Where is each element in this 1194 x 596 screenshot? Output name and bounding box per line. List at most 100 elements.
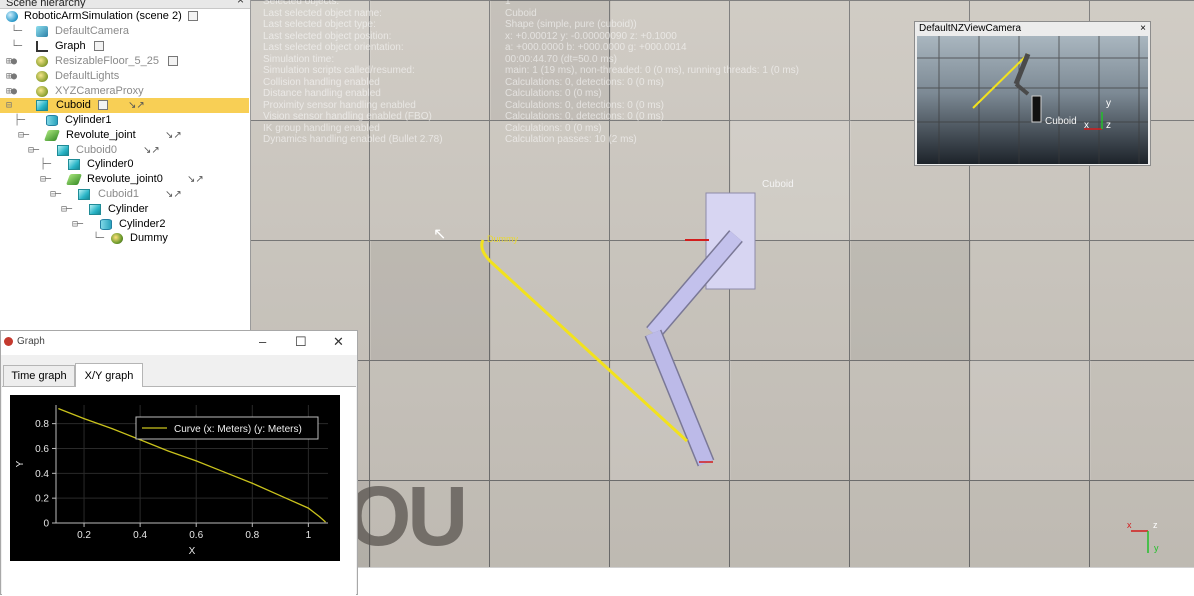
graph-window-titlebar[interactable]: Graph – ☐ ✕	[1, 331, 357, 355]
script-icon[interactable]	[94, 41, 104, 51]
x-tick-label: 0.4	[133, 530, 147, 541]
tree-item-label: Cuboid1	[98, 188, 139, 200]
tree-item-graph[interactable]: └─ Graph	[0, 39, 249, 54]
status-bar	[358, 567, 1194, 596]
tree-item-label: Cuboid0	[76, 144, 117, 156]
dynamic-icon: ↘↗	[165, 189, 182, 200]
legend-label: Curve (x: Meters) (y: Meters)	[174, 424, 302, 435]
cuboid-icon	[36, 100, 48, 111]
axis-z-label: z	[1153, 520, 1158, 530]
tree-item-label: Revolute_joint	[66, 129, 136, 141]
tree-item-revolute-joint[interactable]: ⊟─ Revolute_joint ↘↗	[0, 128, 249, 143]
cube-icon	[68, 159, 80, 170]
x-tick-label: 0.2	[77, 530, 91, 541]
tree-item-cuboid0[interactable]: ⊟─ Cuboid0 ↘↗	[0, 143, 249, 158]
close-button[interactable]: ✕	[333, 334, 344, 350]
cylinder-icon	[46, 115, 58, 126]
floor-icon	[36, 56, 48, 67]
tree-item-label: Cuboid	[56, 99, 91, 111]
tab-time-graph[interactable]: Time graph	[3, 365, 75, 386]
tree-item-cylinder2[interactable]: ⊟─ Cylinder2	[0, 217, 249, 232]
tree-item-scene[interactable]: RoboticArmSimulation (scene 2)	[0, 9, 249, 24]
axis-x-label: x	[1127, 520, 1132, 530]
camera-window-titlebar[interactable]: DefaultNZViewCamera ×	[915, 22, 1150, 35]
axis-y-label: y	[1154, 543, 1159, 553]
tree-item-label: DefaultLights	[55, 70, 120, 82]
close-icon[interactable]: ×	[1140, 22, 1146, 35]
tree-item-label: Cylinder	[108, 203, 149, 215]
data-point	[324, 521, 326, 523]
tree-item-revolute-joint0[interactable]: ⊟─ Revolute_joint0 ↘↗	[0, 172, 249, 187]
data-point	[251, 482, 253, 484]
dummy-3d-label: Dummy	[487, 234, 518, 244]
cuboid-3d-label: Cuboid	[762, 179, 794, 190]
cuboid-icon	[78, 189, 90, 200]
data-point	[58, 408, 60, 410]
camera-axis-x-label: x	[1084, 120, 1089, 131]
close-icon[interactable]: ×	[237, 0, 244, 6]
app-logo-icon	[4, 337, 13, 346]
minimize-button[interactable]: –	[259, 334, 266, 349]
axis-gizmo: x y z	[1127, 520, 1159, 553]
xy-chart: 0.2 0.4 0.6 0.8 1 0 0.2 0.4 0.6 0.8 X Y Curve (x: Me…	[15, 405, 328, 557]
cylinder-icon	[100, 219, 112, 230]
tab-xy-graph[interactable]: X/Y graph	[75, 363, 143, 387]
camera-view-window[interactable]: DefaultNZViewCamera × Cuboid x y z	[914, 21, 1151, 166]
camera-cuboid-label: Cuboid	[1045, 116, 1077, 127]
graph-window-title: Graph	[17, 336, 45, 347]
data-point	[111, 428, 113, 430]
x-tick-label: 1	[306, 530, 312, 541]
script-icon[interactable]	[188, 11, 198, 21]
camera-axis-z-label: z	[1106, 120, 1111, 131]
maximize-button[interactable]: ☐	[295, 334, 307, 350]
tree-item-label: RoboticArmSimulation (scene 2)	[24, 10, 182, 22]
x-axis-label: X	[189, 546, 196, 557]
tree-item-label: Revolute_joint0	[87, 173, 163, 185]
scene-hierarchy-panel: Scene hierarchy × RoboticArmSimulation (…	[0, 0, 251, 336]
tree-item-label: Dummy	[130, 232, 168, 244]
tree-item-label: Cylinder0	[87, 158, 134, 170]
tree-item-xyzcameraproxy[interactable]: ⊞● XYZCameraProxy	[0, 84, 249, 99]
tree-item-label: Graph	[55, 40, 86, 52]
y-tick-label: 0	[43, 519, 49, 530]
tree-item-cuboid[interactable]: ⊟ Cuboid ↘↗	[0, 98, 249, 113]
x-tick-label: 0.6	[189, 530, 203, 541]
tree-item-defaultcamera[interactable]: └─ DefaultCamera	[0, 24, 249, 39]
tree-item-cylinder[interactable]: ⊟─ Cylinder	[0, 202, 249, 217]
tree-item-cuboid1[interactable]: ⊟─ Cuboid1 ↘↗	[0, 187, 249, 202]
camera-axis-y-label: y	[1106, 98, 1111, 109]
graph-window[interactable]: Graph – ☐ ✕ Time graph X/Y graph 0.2 0.4 0…	[0, 330, 358, 595]
watermark-text: OU	[346, 469, 468, 563]
data-point	[167, 450, 169, 452]
camera-window-title: DefaultNZViewCamera	[919, 23, 1022, 34]
joint-icon	[65, 174, 83, 185]
camera-icon	[36, 26, 48, 37]
data-point	[318, 516, 321, 518]
joint-icon	[43, 130, 61, 141]
y-tick-label: 0.2	[35, 494, 49, 505]
script-icon[interactable]	[168, 56, 178, 66]
data-point	[83, 418, 85, 420]
y-tick-label: 0.6	[35, 444, 49, 455]
scene-hierarchy-title-text: Scene hierarchy	[6, 0, 86, 9]
tree-item-dummy[interactable]: └─ Dummy	[0, 231, 249, 246]
cube-icon	[89, 204, 101, 215]
scene-hierarchy-title: Scene hierarchy ×	[0, 0, 250, 9]
dynamic-icon: ↘↗	[187, 174, 204, 185]
tree-item-cylinder0[interactable]: ├─ Cylinder0	[0, 157, 249, 172]
script-icon[interactable]	[98, 100, 108, 110]
proxy-icon	[36, 86, 48, 97]
tree-item-defaultlights[interactable]: ⊞● DefaultLights	[0, 69, 249, 84]
y-axis-label: Y	[15, 460, 26, 467]
tree-item-label: XYZCameraProxy	[55, 85, 144, 97]
dynamic-icon: ↘↗	[143, 145, 160, 156]
xy-plot[interactable]: 0.2 0.4 0.6 0.8 1 0 0.2 0.4 0.6 0.8 X Y Curve (x: Me…	[10, 395, 340, 561]
cuboid-icon	[57, 145, 69, 156]
tree-item-label: ResizableFloor_5_25	[55, 55, 159, 67]
world-icon	[6, 11, 18, 22]
tree-item-resizablefloor[interactable]: ⊞● ResizableFloor_5_25	[0, 54, 249, 69]
dummy-icon	[111, 233, 123, 244]
data-point	[307, 507, 309, 509]
tree-item-cylinder1[interactable]: ├─ Cylinder1	[0, 113, 249, 128]
y-tick-label: 0.4	[35, 469, 49, 480]
